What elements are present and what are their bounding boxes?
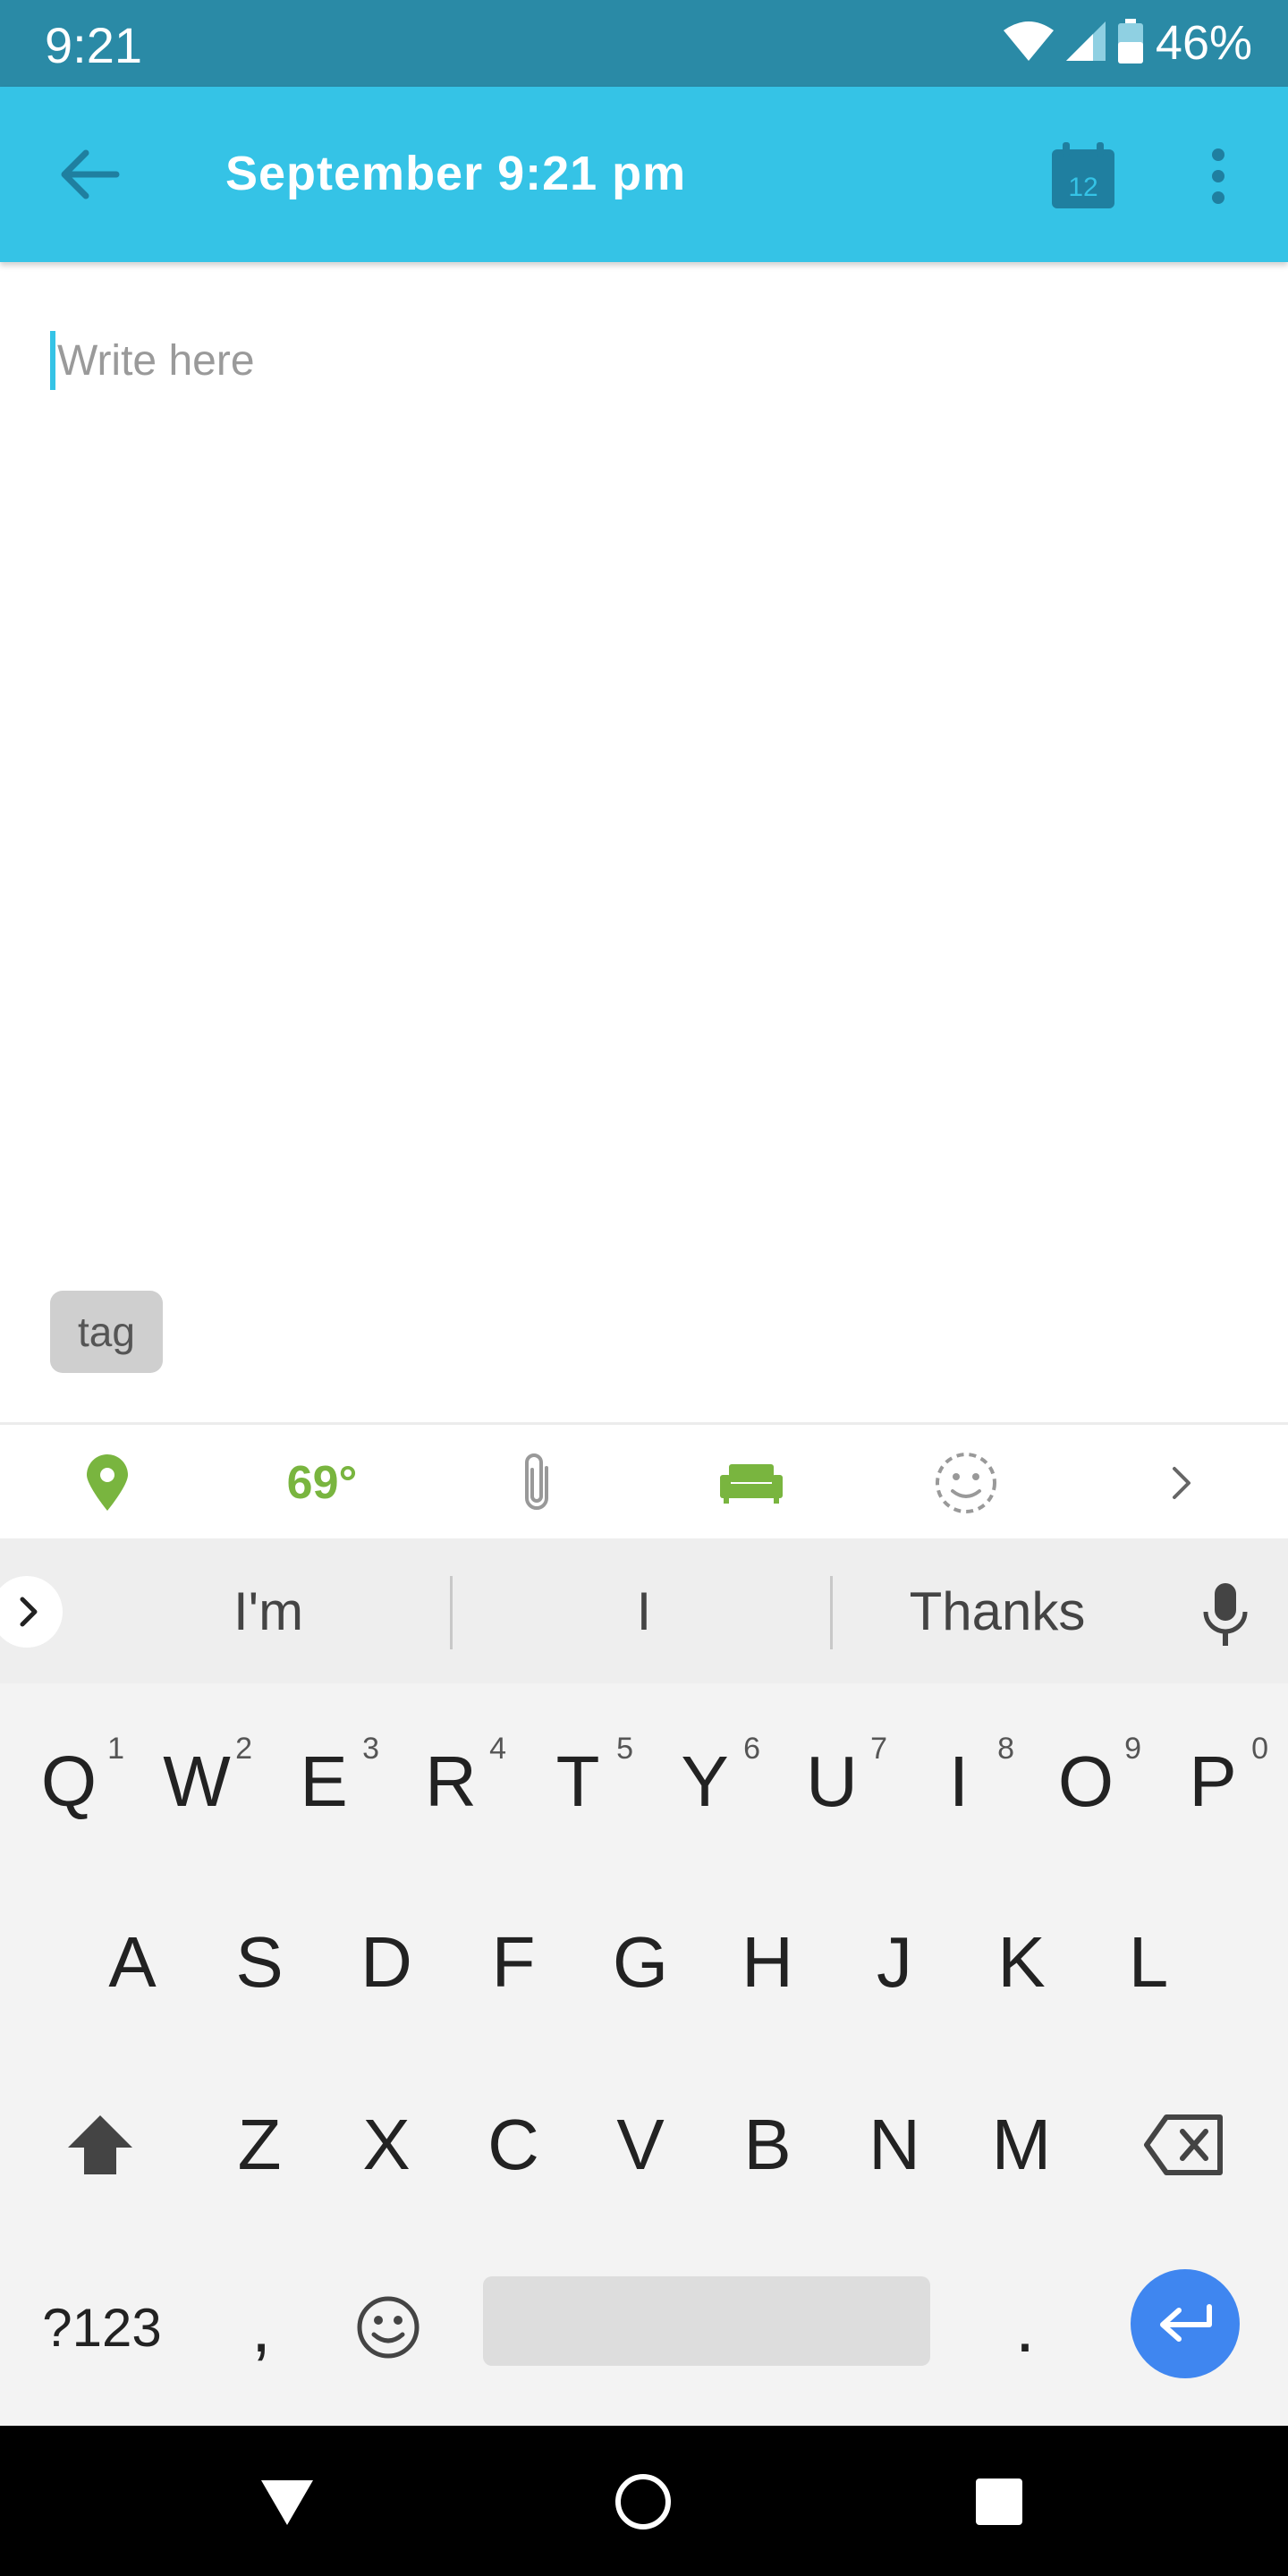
- sofa-icon: [720, 1464, 783, 1504]
- status-icons: 46%: [1003, 14, 1252, 72]
- toolbar-more-button[interactable]: [1127, 1425, 1234, 1541]
- mood-button[interactable]: [912, 1425, 1020, 1541]
- status-time: 9:21: [45, 17, 142, 73]
- weather-button[interactable]: 69°: [259, 1425, 385, 1541]
- page-title[interactable]: September 9:21 pm: [225, 146, 686, 201]
- key-c[interactable]: C: [451, 2073, 576, 2216]
- nav-back-button[interactable]: [247, 2462, 327, 2542]
- system-nav-bar: [0, 2426, 1288, 2576]
- chevron-right-icon: [1173, 1467, 1191, 1499]
- key-u[interactable]: U7: [769, 1710, 894, 1853]
- triangle-back-icon: [261, 2480, 313, 2525]
- status-bar: 9:21 46%: [0, 0, 1288, 87]
- key-h[interactable]: H: [705, 1891, 830, 2034]
- battery-icon: [1117, 18, 1143, 68]
- paperclip-icon: [525, 1453, 548, 1510]
- key-j[interactable]: J: [832, 1891, 957, 2034]
- calendar-button[interactable]: 12: [1046, 139, 1122, 214]
- emoji-key[interactable]: [326, 2256, 451, 2399]
- arrow-back-icon: [61, 149, 120, 199]
- key-z[interactable]: Z: [197, 2073, 322, 2216]
- tag-chip[interactable]: tag: [50, 1291, 163, 1373]
- key-e[interactable]: E3: [261, 1710, 386, 1853]
- key-w[interactable]: W2: [134, 1710, 259, 1853]
- nav-recents-button[interactable]: [959, 2462, 1039, 2542]
- keyboard-suggestion-bar: I'm I Thanks: [0, 1538, 1288, 1683]
- key-o[interactable]: O9: [1023, 1710, 1148, 1853]
- enter-arrow-icon: [1160, 2304, 1212, 2342]
- key-k[interactable]: K: [959, 1891, 1084, 2034]
- key-r[interactable]: R4: [388, 1710, 513, 1853]
- back-button[interactable]: [54, 139, 125, 210]
- space-key[interactable]: [483, 2276, 930, 2366]
- editor-placeholder: Write here: [57, 337, 255, 385]
- key-l[interactable]: L: [1086, 1891, 1211, 2034]
- voice-input-button[interactable]: [1193, 1578, 1258, 1649]
- activity-button[interactable]: [698, 1425, 805, 1541]
- calendar-icon: 12: [1052, 142, 1114, 208]
- suggestion-divider: [830, 1576, 833, 1649]
- key-i[interactable]: I8: [896, 1710, 1021, 1853]
- key-p[interactable]: P0: [1150, 1710, 1275, 1853]
- wifi-icon: [1003, 21, 1054, 65]
- suggestion-divider: [450, 1576, 453, 1649]
- circle-home-icon: [615, 2474, 671, 2529]
- text-cursor: [50, 331, 55, 390]
- key-x[interactable]: X: [324, 2073, 449, 2216]
- attachment-button[interactable]: [483, 1425, 590, 1541]
- backspace-key[interactable]: [1122, 2073, 1247, 2216]
- key-s[interactable]: S: [197, 1891, 322, 2034]
- shift-arrow-icon: [68, 2115, 132, 2174]
- enter-key[interactable]: [1131, 2269, 1240, 2378]
- temperature-label: 69°: [286, 1457, 358, 1509]
- symbols-key[interactable]: ?123: [21, 2256, 182, 2399]
- microphone-icon: [1203, 1583, 1248, 1646]
- location-pin-icon: [87, 1454, 128, 1511]
- suggestion-3[interactable]: Thanks: [836, 1538, 1158, 1683]
- entry-editor[interactable]: Write here: [50, 322, 1231, 1234]
- nav-home-button[interactable]: [603, 2462, 683, 2542]
- entry-toolbar: 69°: [0, 1422, 1288, 1541]
- backspace-icon: [1144, 2114, 1223, 2175]
- key-g[interactable]: G: [578, 1891, 703, 2034]
- key-v[interactable]: V: [578, 2073, 703, 2216]
- calendar-day: 12: [1068, 173, 1097, 202]
- shift-key[interactable]: [38, 2073, 163, 2216]
- key-y[interactable]: Y6: [642, 1710, 767, 1853]
- key-d[interactable]: D: [324, 1891, 449, 2034]
- battery-percent: 46%: [1155, 16, 1252, 70]
- comma-key[interactable]: ,: [199, 2256, 324, 2399]
- suggestion-2[interactable]: I: [456, 1538, 832, 1683]
- more-vertical-icon: [1212, 148, 1224, 204]
- period-key[interactable]: .: [962, 2256, 1088, 2399]
- signal-icon: [1065, 21, 1106, 65]
- location-button[interactable]: [54, 1425, 161, 1541]
- emoji-smiley-icon: [357, 2296, 419, 2359]
- key-q[interactable]: Q1: [6, 1710, 131, 1853]
- soft-keyboard: Q1 W2 E3 R4 T5 Y6 U7 I8 O9 P0 A S D F G …: [0, 1683, 1288, 2426]
- key-b[interactable]: B: [705, 2073, 830, 2216]
- app-bar: September 9:21 pm 12: [0, 87, 1288, 262]
- key-f[interactable]: F: [451, 1891, 576, 2034]
- key-n[interactable]: N: [832, 2073, 957, 2216]
- square-recents-icon: [976, 2479, 1022, 2525]
- suggestion-1[interactable]: I'm: [89, 1538, 447, 1683]
- key-a[interactable]: A: [70, 1891, 195, 2034]
- key-m[interactable]: M: [959, 2073, 1084, 2216]
- key-t[interactable]: T5: [515, 1710, 640, 1853]
- chevron-right-icon: [20, 1597, 38, 1627]
- suggestion-expand-button[interactable]: [0, 1576, 63, 1648]
- mood-smiley-icon: [936, 1453, 996, 1513]
- more-options-button[interactable]: [1190, 139, 1247, 214]
